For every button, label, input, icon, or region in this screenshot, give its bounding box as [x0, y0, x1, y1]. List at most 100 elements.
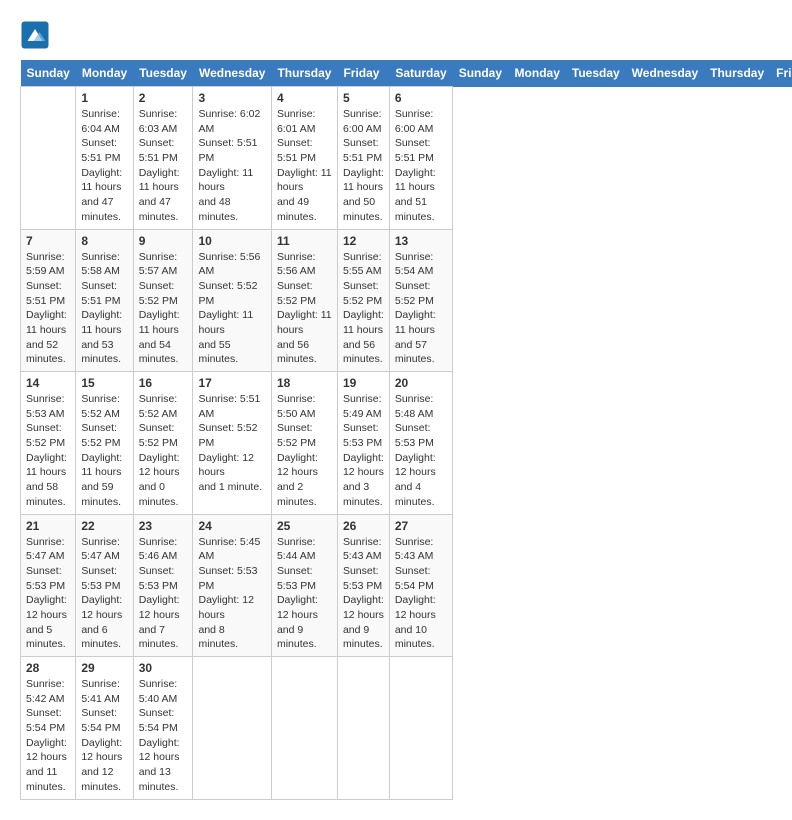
day-info: Sunrise: 5:56 AM Sunset: 5:52 PM Dayligh…	[198, 250, 265, 368]
col-header-monday: Monday	[76, 60, 133, 87]
day-info: Sunrise: 5:47 AM Sunset: 5:53 PM Dayligh…	[26, 535, 70, 653]
day-info: Sunrise: 6:00 AM Sunset: 5:51 PM Dayligh…	[343, 107, 384, 225]
day-info: Sunrise: 5:54 AM Sunset: 5:52 PM Dayligh…	[395, 250, 447, 368]
day-info: Sunrise: 5:42 AM Sunset: 5:54 PM Dayligh…	[26, 677, 70, 795]
calendar-header-row: SundayMondayTuesdayWednesdayThursdayFrid…	[21, 60, 792, 87]
page-header	[20, 20, 772, 50]
logo	[20, 20, 54, 50]
calendar-cell: 23 Sunrise: 5:46 AM Sunset: 5:53 PM Dayli…	[133, 514, 193, 657]
calendar-cell: 24Sunrise: 5:45 AM Sunset: 5:53 PM Dayli…	[193, 514, 271, 657]
calendar-cell: 5 Sunrise: 6:00 AM Sunset: 5:51 PM Daylig…	[337, 87, 389, 230]
day-number: 10	[198, 234, 265, 248]
day-info: Sunrise: 6:04 AM Sunset: 5:51 PM Dayligh…	[81, 107, 127, 225]
day-info: Sunrise: 5:43 AM Sunset: 5:54 PM Dayligh…	[395, 535, 447, 653]
day-number: 14	[26, 376, 70, 390]
day-number: 16	[139, 376, 188, 390]
day-info: Sunrise: 6:02 AM Sunset: 5:51 PM Dayligh…	[198, 107, 265, 225]
calendar-cell: 13Sunrise: 5:54 AM Sunset: 5:52 PM Dayli…	[389, 229, 452, 372]
day-info: Sunrise: 5:44 AM Sunset: 5:53 PM Dayligh…	[277, 535, 332, 653]
day-number: 8	[81, 234, 127, 248]
calendar-cell: 1 Sunrise: 6:04 AM Sunset: 5:51 PM Daylig…	[76, 87, 133, 230]
day-info: Sunrise: 5:59 AM Sunset: 5:51 PM Dayligh…	[26, 250, 70, 368]
day-number: 19	[343, 376, 384, 390]
day-number: 26	[343, 519, 384, 533]
calendar-cell: 15Sunrise: 5:52 AM Sunset: 5:52 PM Dayli…	[76, 372, 133, 515]
calendar-cell	[271, 657, 337, 800]
day-info: Sunrise: 5:41 AM Sunset: 5:54 PM Dayligh…	[81, 677, 127, 795]
calendar-cell: 30 Sunrise: 5:40 AM Sunset: 5:54 PM Dayli…	[133, 657, 193, 800]
day-info: Sunrise: 6:00 AM Sunset: 5:51 PM Dayligh…	[395, 107, 447, 225]
day-number: 27	[395, 519, 447, 533]
col-header-thursday: Thursday	[704, 60, 770, 87]
day-number: 21	[26, 519, 70, 533]
day-number: 7	[26, 234, 70, 248]
day-info: Sunrise: 5:51 AM Sunset: 5:52 PM Dayligh…	[198, 392, 265, 495]
day-number: 15	[81, 376, 127, 390]
day-info: Sunrise: 5:56 AM Sunset: 5:52 PM Dayligh…	[277, 250, 332, 368]
day-info: Sunrise: 5:48 AM Sunset: 5:53 PM Dayligh…	[395, 392, 447, 510]
day-number: 3	[198, 91, 265, 105]
calendar-week-2: 7 Sunrise: 5:59 AM Sunset: 5:51 PM Daylig…	[21, 229, 792, 372]
day-number: 28	[26, 661, 70, 675]
day-info: Sunrise: 5:58 AM Sunset: 5:51 PM Dayligh…	[81, 250, 127, 368]
day-number: 29	[81, 661, 127, 675]
calendar-cell: 11 Sunrise: 5:56 AM Sunset: 5:52 PM Dayli…	[271, 229, 337, 372]
col-header-sunday: Sunday	[453, 60, 509, 87]
calendar-cell: 8 Sunrise: 5:58 AM Sunset: 5:51 PM Daylig…	[76, 229, 133, 372]
calendar-cell: 19 Sunrise: 5:49 AM Sunset: 5:53 PM Dayli…	[337, 372, 389, 515]
calendar-cell: 7 Sunrise: 5:59 AM Sunset: 5:51 PM Daylig…	[21, 229, 76, 372]
day-number: 5	[343, 91, 384, 105]
calendar-cell: 28 Sunrise: 5:42 AM Sunset: 5:54 PM Dayli…	[21, 657, 76, 800]
col-header-sunday: Sunday	[21, 60, 76, 87]
day-info: Sunrise: 5:47 AM Sunset: 5:53 PM Dayligh…	[81, 535, 127, 653]
day-info: Sunrise: 6:01 AM Sunset: 5:51 PM Dayligh…	[277, 107, 332, 225]
day-info: Sunrise: 5:46 AM Sunset: 5:53 PM Dayligh…	[139, 535, 188, 653]
col-header-friday: Friday	[337, 60, 389, 87]
day-number: 11	[277, 234, 332, 248]
calendar-cell: 17 Sunrise: 5:51 AM Sunset: 5:52 PM Dayli…	[193, 372, 271, 515]
calendar-cell: 6 Sunrise: 6:00 AM Sunset: 5:51 PM Daylig…	[389, 87, 452, 230]
day-info: Sunrise: 5:49 AM Sunset: 5:53 PM Dayligh…	[343, 392, 384, 510]
day-number: 30	[139, 661, 188, 675]
col-header-wednesday: Wednesday	[626, 60, 704, 87]
calendar-cell: 14 Sunrise: 5:53 AM Sunset: 5:52 PM Dayli…	[21, 372, 76, 515]
calendar-cell: 2Sunrise: 6:03 AM Sunset: 5:51 PM Daylig…	[133, 87, 193, 230]
day-info: Sunrise: 5:53 AM Sunset: 5:52 PM Dayligh…	[26, 392, 70, 510]
calendar-cell: 26 Sunrise: 5:43 AM Sunset: 5:53 PM Dayli…	[337, 514, 389, 657]
calendar-cell: 16 Sunrise: 5:52 AM Sunset: 5:52 PM Dayli…	[133, 372, 193, 515]
day-number: 4	[277, 91, 332, 105]
calendar-week-3: 14 Sunrise: 5:53 AM Sunset: 5:52 PM Dayli…	[21, 372, 792, 515]
col-header-thursday: Thursday	[271, 60, 337, 87]
col-header-friday: Friday	[770, 60, 792, 87]
day-info: Sunrise: 5:52 AM Sunset: 5:52 PM Dayligh…	[139, 392, 188, 510]
col-header-wednesday: Wednesday	[193, 60, 271, 87]
logo-icon	[20, 20, 50, 50]
day-number: 17	[198, 376, 265, 390]
calendar-cell	[193, 657, 271, 800]
calendar-cell: 12Sunrise: 5:55 AM Sunset: 5:52 PM Dayli…	[337, 229, 389, 372]
day-number: 6	[395, 91, 447, 105]
calendar-week-1: 1 Sunrise: 6:04 AM Sunset: 5:51 PM Daylig…	[21, 87, 792, 230]
calendar-cell: 18Sunrise: 5:50 AM Sunset: 5:52 PM Dayli…	[271, 372, 337, 515]
col-header-monday: Monday	[509, 60, 566, 87]
calendar-cell: 20Sunrise: 5:48 AM Sunset: 5:53 PM Dayli…	[389, 372, 452, 515]
day-info: Sunrise: 6:03 AM Sunset: 5:51 PM Dayligh…	[139, 107, 188, 225]
calendar-cell	[337, 657, 389, 800]
col-header-tuesday: Tuesday	[566, 60, 626, 87]
day-info: Sunrise: 5:57 AM Sunset: 5:52 PM Dayligh…	[139, 250, 188, 368]
col-header-saturday: Saturday	[389, 60, 452, 87]
day-number: 23	[139, 519, 188, 533]
calendar-week-4: 21 Sunrise: 5:47 AM Sunset: 5:53 PM Dayli…	[21, 514, 792, 657]
day-info: Sunrise: 5:40 AM Sunset: 5:54 PM Dayligh…	[139, 677, 188, 795]
day-number: 9	[139, 234, 188, 248]
day-info: Sunrise: 5:50 AM Sunset: 5:52 PM Dayligh…	[277, 392, 332, 510]
day-number: 1	[81, 91, 127, 105]
day-info: Sunrise: 5:43 AM Sunset: 5:53 PM Dayligh…	[343, 535, 384, 653]
calendar-cell: 25Sunrise: 5:44 AM Sunset: 5:53 PM Dayli…	[271, 514, 337, 657]
day-number: 22	[81, 519, 127, 533]
col-header-tuesday: Tuesday	[133, 60, 193, 87]
calendar-cell: 10 Sunrise: 5:56 AM Sunset: 5:52 PM Dayli…	[193, 229, 271, 372]
day-number: 24	[198, 519, 265, 533]
calendar-table: SundayMondayTuesdayWednesdayThursdayFrid…	[20, 60, 792, 800]
day-info: Sunrise: 5:55 AM Sunset: 5:52 PM Dayligh…	[343, 250, 384, 368]
